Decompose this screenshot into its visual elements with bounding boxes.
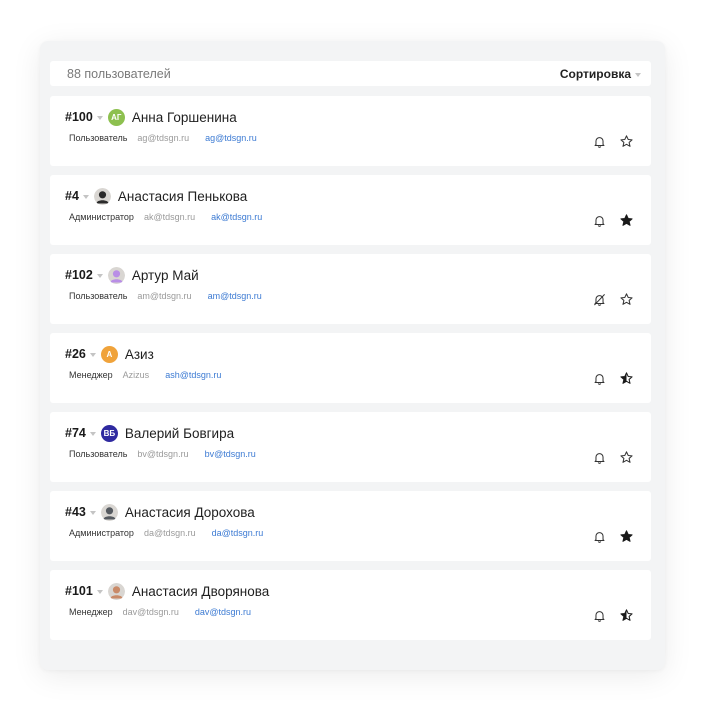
star-filled-icon[interactable] [620, 530, 633, 543]
user-login: da@tdsgn.ru [143, 528, 196, 538]
user-card[interactable]: #43 Анастасия Дорохова Администратор da@… [50, 491, 651, 561]
user-menu-caret-icon[interactable] [82, 194, 89, 199]
user-name: Анастасия Пенькова [117, 188, 248, 204]
user-card[interactable]: #26 А Азиз Менеджер Azizus ash@tdsgn.ru [50, 333, 651, 403]
users-panel: 88 пользователей Сортировка #100 АГ Анна… [40, 41, 665, 670]
user-card[interactable]: #4 Анастасия Пенькова Администратор ak@t… [50, 175, 651, 245]
user-meta-line: Пользователь bv@tdsgn.ru bv@tdsgn.ru [69, 449, 256, 459]
user-login: dav@tdsgn.ru [122, 607, 179, 617]
user-actions [593, 451, 633, 464]
star-filled-icon[interactable] [620, 214, 633, 227]
bell-icon[interactable] [593, 609, 606, 622]
user-name: Артур Май [131, 267, 199, 283]
user-menu-caret-icon[interactable] [96, 589, 103, 594]
star-half-icon[interactable] [620, 372, 633, 385]
star-outline-icon[interactable] [620, 293, 633, 306]
users-list: #100 АГ Анна Горшенина Пользователь ag@t… [50, 96, 651, 649]
user-id: #100 [65, 110, 93, 124]
user-title-line: #74 ВБ Валерий Бовгира [65, 424, 234, 442]
avatar-photo [93, 187, 111, 205]
user-title-line: #102 Артур Май [65, 266, 199, 284]
star-outline-icon[interactable] [620, 451, 633, 464]
user-menu-caret-icon[interactable] [89, 352, 96, 357]
user-actions [593, 530, 633, 543]
user-meta-line: Пользователь ag@tdsgn.ru ag@tdsgn.ru [69, 133, 257, 143]
chevron-down-icon [635, 72, 641, 77]
user-title-line: #4 Анастасия Пенькова [65, 187, 247, 205]
avatar-photo [107, 266, 125, 284]
bell-icon[interactable] [593, 135, 606, 148]
user-meta-line: Администратор da@tdsgn.ru da@tdsgn.ru [69, 528, 263, 538]
user-role: Администратор [69, 212, 134, 222]
user-menu-caret-icon[interactable] [89, 431, 96, 436]
user-title-line: #43 Анастасия Дорохова [65, 503, 255, 521]
star-outline-icon[interactable] [620, 135, 633, 148]
user-card[interactable]: #101 Анастасия Дворянова Менеджер dav@td… [50, 570, 651, 640]
user-role: Пользователь [69, 449, 128, 459]
user-name: Анастасия Дорохова [124, 504, 255, 520]
user-login: ak@tdsgn.ru [143, 212, 196, 222]
user-name: Азиз [124, 346, 154, 362]
user-menu-caret-icon[interactable] [96, 273, 103, 278]
user-title-line: #101 Анастасия Дворянова [65, 582, 269, 600]
user-menu-caret-icon[interactable] [89, 510, 96, 515]
user-email-link[interactable]: da@tdsgn.ru [212, 528, 264, 538]
sort-label: Сортировка [559, 67, 631, 81]
user-name: Анастасия Дворянова [131, 583, 270, 599]
user-meta-line: Администратор ak@tdsgn.ru ak@tdsgn.ru [69, 212, 262, 222]
user-name: Валерий Бовгира [124, 425, 235, 441]
user-actions [593, 609, 633, 622]
user-role: Администратор [69, 528, 134, 538]
user-card[interactable]: #100 АГ Анна Горшенина Пользователь ag@t… [50, 96, 651, 166]
bell-icon[interactable] [593, 214, 606, 227]
user-role: Менеджер [69, 370, 113, 380]
user-id: #101 [65, 584, 93, 598]
star-half-icon[interactable] [620, 609, 633, 622]
user-actions [593, 214, 633, 227]
user-title-line: #100 АГ Анна Горшенина [65, 108, 237, 126]
user-card[interactable]: #102 Артур Май Пользователь am@tdsgn.ru … [50, 254, 651, 324]
user-id: #4 [65, 189, 79, 203]
user-name: Анна Горшенина [131, 109, 237, 125]
avatar-photo [107, 582, 125, 600]
user-login: ag@tdsgn.ru [137, 133, 190, 143]
user-title-line: #26 А Азиз [65, 345, 154, 363]
user-id: #43 [65, 505, 86, 519]
bell-icon[interactable] [593, 530, 606, 543]
user-email-link[interactable]: am@tdsgn.ru [208, 291, 262, 301]
user-actions [593, 293, 633, 306]
user-email-link[interactable]: ash@tdsgn.ru [165, 370, 221, 380]
user-id: #102 [65, 268, 93, 282]
user-id: #26 [65, 347, 86, 361]
user-email-link[interactable]: ag@tdsgn.ru [205, 133, 257, 143]
bell-icon[interactable] [593, 451, 606, 464]
avatar: ВБ [100, 424, 118, 442]
bell-icon[interactable] [593, 372, 606, 385]
bell-off-icon[interactable] [593, 293, 606, 306]
user-card[interactable]: #74 ВБ Валерий Бовгира Пользователь bv@t… [50, 412, 651, 482]
user-id: #74 [65, 426, 86, 440]
avatar: АГ [107, 108, 125, 126]
user-login: bv@tdsgn.ru [137, 449, 189, 459]
user-role: Менеджер [69, 607, 113, 617]
user-login: am@tdsgn.ru [137, 291, 192, 301]
user-role: Пользователь [69, 291, 128, 301]
user-email-link[interactable]: dav@tdsgn.ru [195, 607, 251, 617]
avatar: А [100, 345, 118, 363]
user-actions [593, 135, 633, 148]
users-count: 88 пользователей [67, 67, 171, 81]
user-meta-line: Менеджер Azizus ash@tdsgn.ru [69, 370, 221, 380]
user-meta-line: Пользователь am@tdsgn.ru am@tdsgn.ru [69, 291, 262, 301]
user-email-link[interactable]: ak@tdsgn.ru [211, 212, 262, 222]
user-email-link[interactable]: bv@tdsgn.ru [205, 449, 256, 459]
avatar-photo [100, 503, 118, 521]
user-actions [593, 372, 633, 385]
list-header: 88 пользователей Сортировка [50, 61, 651, 86]
user-login: Azizus [122, 370, 150, 380]
user-role: Пользователь [69, 133, 128, 143]
user-menu-caret-icon[interactable] [96, 115, 103, 120]
sort-dropdown[interactable]: Сортировка [560, 67, 641, 81]
user-meta-line: Менеджер dav@tdsgn.ru dav@tdsgn.ru [69, 607, 251, 617]
